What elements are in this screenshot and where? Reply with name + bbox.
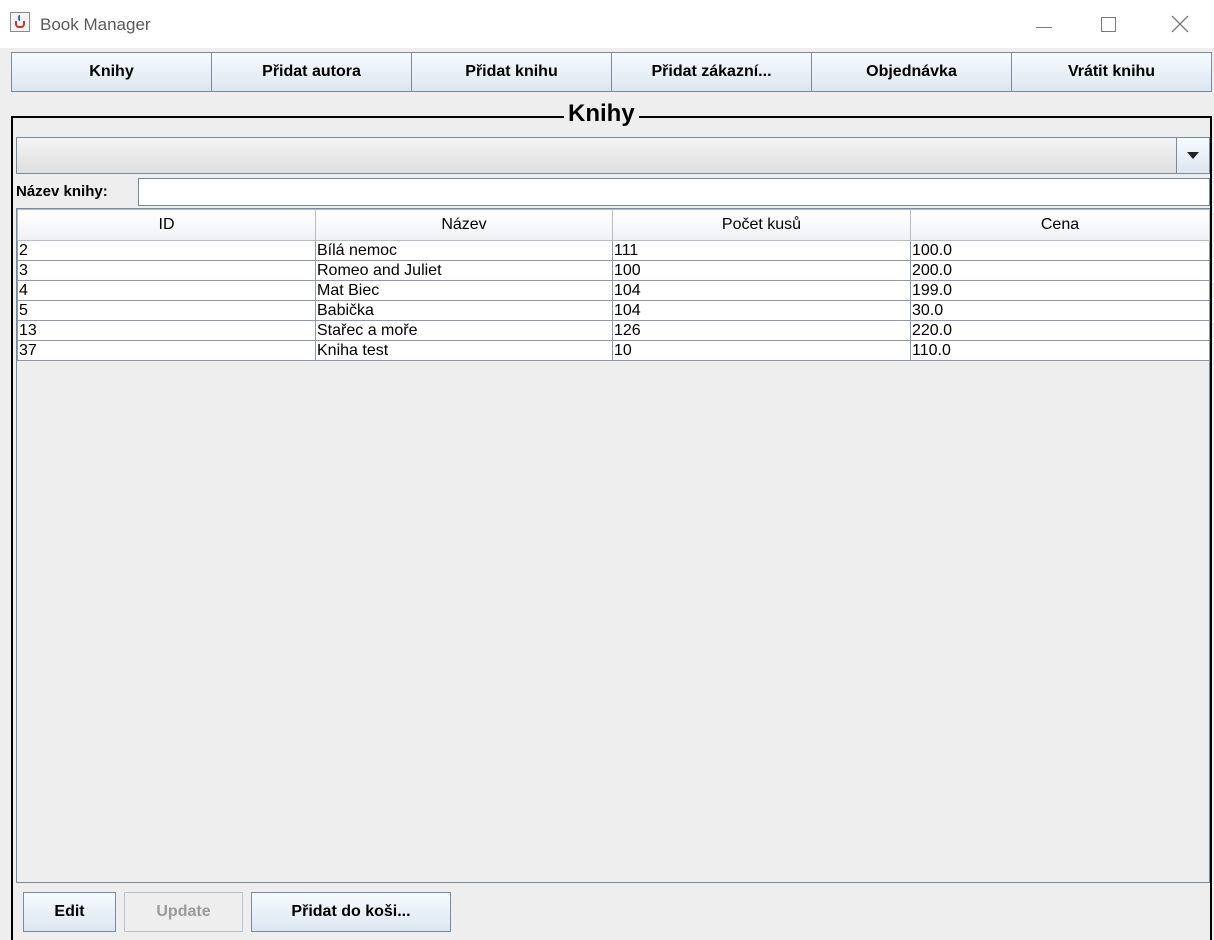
cell-name: Stařec a moře: [315, 320, 613, 341]
cell-name: Romeo and Juliet: [315, 260, 613, 281]
cell-quantity: 100: [612, 260, 911, 281]
add-author-button[interactable]: Přidat autora: [211, 52, 411, 92]
cell-name: Babička: [315, 300, 613, 321]
cell-id: 2: [17, 240, 316, 261]
cell-id: 5: [17, 300, 316, 321]
books-table: ID Název Počet kusů Cena 2 Bílá nemoc 11…: [17, 209, 1210, 361]
cell-price: 200.0: [910, 260, 1210, 281]
cell-id: 37: [17, 340, 316, 361]
cell-price: 110.0: [910, 340, 1210, 361]
java-cup-icon: [10, 12, 30, 32]
maximize-button[interactable]: [1080, 0, 1136, 48]
book-name-label: Název knihy:: [16, 183, 108, 200]
cell-id: 4: [17, 280, 316, 301]
update-button[interactable]: Update: [124, 892, 243, 932]
panel-title: Knihy: [564, 99, 639, 129]
knihy-button[interactable]: Knihy: [11, 52, 211, 92]
title-bar: Book Manager: [0, 0, 1214, 48]
table-row[interactable]: 13 Stařec a moře 126 220.0: [17, 320, 1210, 341]
table-row[interactable]: 5 Babička 104 30.0: [17, 300, 1210, 321]
filter-combobox[interactable]: [16, 137, 1210, 174]
table-row[interactable]: 2 Bílá nemoc 111 100.0: [17, 240, 1210, 261]
cell-name: Bílá nemoc: [315, 240, 613, 261]
column-header-price[interactable]: Cena: [910, 209, 1210, 241]
table-row[interactable]: 3 Romeo and Juliet 100 200.0: [17, 260, 1210, 281]
cell-quantity: 104: [612, 280, 911, 301]
order-button[interactable]: Objednávka: [811, 52, 1011, 92]
close-icon: [1171, 15, 1189, 33]
cell-name: Mat Biec: [315, 280, 613, 301]
column-header-quantity[interactable]: Počet kusů: [612, 209, 911, 241]
window-title: Book Manager: [40, 15, 151, 34]
cell-id: 13: [17, 320, 316, 341]
cell-quantity: 10: [612, 340, 911, 361]
edit-button[interactable]: Edit: [23, 892, 116, 932]
add-book-button[interactable]: Přidat knihu: [411, 52, 611, 92]
minimize-icon: [1036, 26, 1052, 28]
cell-name: Kniha test: [315, 340, 613, 361]
return-book-button[interactable]: Vrátit knihu: [1011, 52, 1212, 92]
book-name-input[interactable]: [138, 178, 1210, 206]
main-toolbar: Knihy Přidat autora Přidat knihu Přidat …: [11, 52, 1212, 92]
table-header-row: ID Název Počet kusů Cena: [17, 209, 1210, 241]
add-to-cart-button[interactable]: Přidat do koši...: [251, 892, 451, 932]
column-header-name[interactable]: Název: [315, 209, 613, 241]
column-header-id[interactable]: ID: [17, 209, 316, 241]
cell-price: 30.0: [910, 300, 1210, 321]
cell-price: 199.0: [910, 280, 1210, 301]
close-button[interactable]: [1152, 0, 1208, 48]
cell-price: 100.0: [910, 240, 1210, 261]
combo-dropdown-button[interactable]: [1176, 138, 1209, 173]
minimize-button[interactable]: [1016, 0, 1072, 48]
books-table-scrollpane[interactable]: ID Název Počet kusů Cena 2 Bílá nemoc 11…: [16, 208, 1210, 883]
table-row[interactable]: 37 Kniha test 10 110.0: [17, 340, 1210, 361]
cell-id: 3: [17, 260, 316, 281]
cell-quantity: 126: [612, 320, 911, 341]
cell-quantity: 104: [612, 300, 911, 321]
chevron-down-icon: [1187, 152, 1199, 159]
cell-quantity: 111: [612, 240, 911, 261]
maximize-icon: [1100, 16, 1116, 32]
add-customer-button[interactable]: Přidat zákazní...: [611, 52, 811, 92]
table-row[interactable]: 4 Mat Biec 104 199.0: [17, 280, 1210, 301]
cell-price: 220.0: [910, 320, 1210, 341]
